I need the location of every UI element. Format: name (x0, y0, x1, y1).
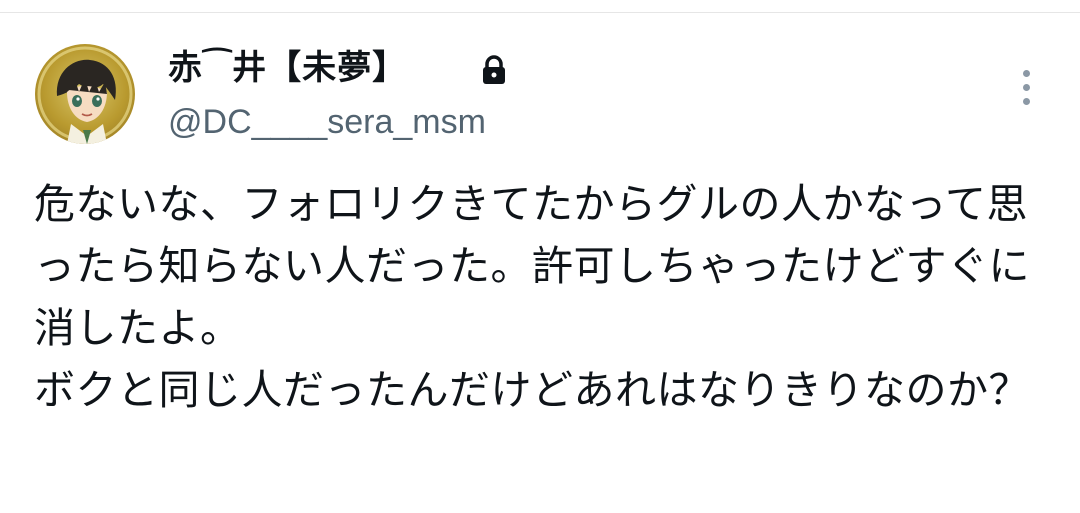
tweet: 赤⁀井【未夢】 @DC____sera_msm 危ないな、フォロリクきてたからグ… (0, 0, 1080, 513)
more-vertical-icon-dot (1023, 98, 1030, 105)
lock-icon (483, 55, 505, 84)
anime-character-avatar-icon (37, 46, 133, 144)
display-name[interactable]: 赤⁀井【未夢】 (168, 46, 407, 90)
username[interactable]: @DC____sera_msm (168, 100, 486, 144)
avatar[interactable] (35, 44, 135, 144)
tweet-text: 危ないな、フォロリクきてたからグルの人かなって思ったら知らない人だった。許可しち… (34, 180, 1030, 414)
more-vertical-icon-dot (1023, 84, 1030, 91)
more-options-button[interactable] (1010, 66, 1042, 108)
more-vertical-icon (1023, 70, 1030, 77)
